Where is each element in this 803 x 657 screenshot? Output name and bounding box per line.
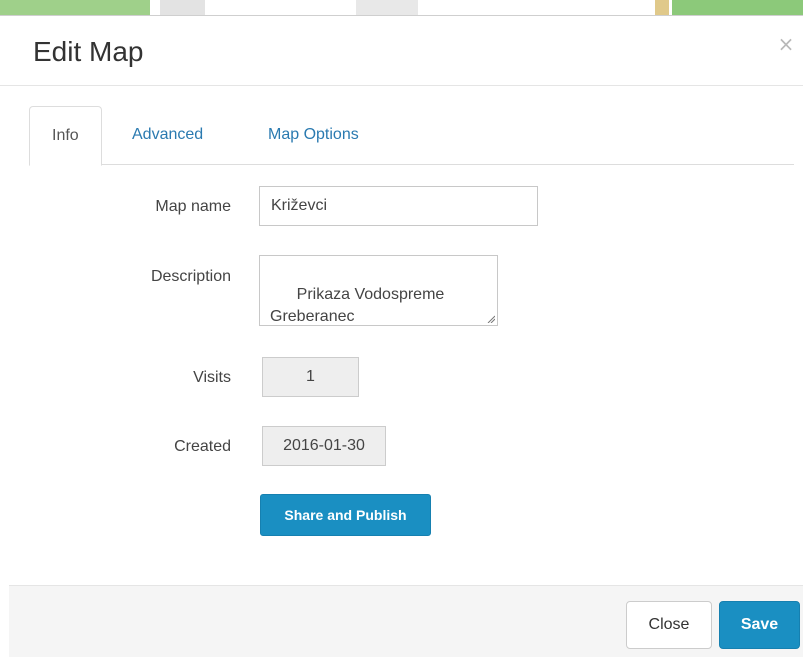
created-label: Created bbox=[174, 438, 231, 455]
modal-title: Edit Map bbox=[33, 36, 144, 67]
share-and-publish-button[interactable]: Share and Publish bbox=[260, 494, 431, 536]
map-tile-green-right bbox=[672, 0, 803, 16]
map-tile-green-left bbox=[0, 0, 150, 16]
close-icon[interactable]: × bbox=[776, 34, 796, 54]
close-button[interactable]: Close bbox=[626, 601, 712, 649]
resize-grip-icon[interactable] bbox=[487, 315, 495, 323]
modal-header: Edit Map × bbox=[0, 16, 803, 86]
map-tile-road bbox=[655, 0, 669, 16]
map-name-label: Map name bbox=[155, 198, 231, 215]
tab-info[interactable]: Info bbox=[29, 106, 102, 166]
tab-advanced[interactable]: Advanced bbox=[110, 106, 225, 165]
tab-map-options[interactable]: Map Options bbox=[246, 106, 381, 165]
map-tile-grey bbox=[160, 0, 205, 16]
visits-value: 1 bbox=[262, 357, 359, 397]
visits-label: Visits bbox=[193, 369, 231, 386]
modal-footer: Close Save bbox=[9, 585, 803, 657]
map-name-input[interactable]: Križevci bbox=[259, 186, 538, 226]
save-button[interactable]: Save bbox=[719, 601, 800, 649]
created-value: 2016-01-30 bbox=[262, 426, 386, 466]
description-text: Prikaza Vodospreme Greberanec bbox=[270, 286, 445, 325]
tab-bar: Info Advanced Map Options bbox=[29, 106, 794, 166]
description-label: Description bbox=[150, 268, 231, 285]
edit-map-modal: Edit Map × Info Advanced Map Options Map… bbox=[0, 16, 803, 657]
map-tile-grey-2 bbox=[356, 0, 418, 16]
map-background-strip bbox=[0, 0, 803, 16]
description-textarea[interactable]: Prikaza Vodospreme Greberanec bbox=[259, 255, 498, 326]
